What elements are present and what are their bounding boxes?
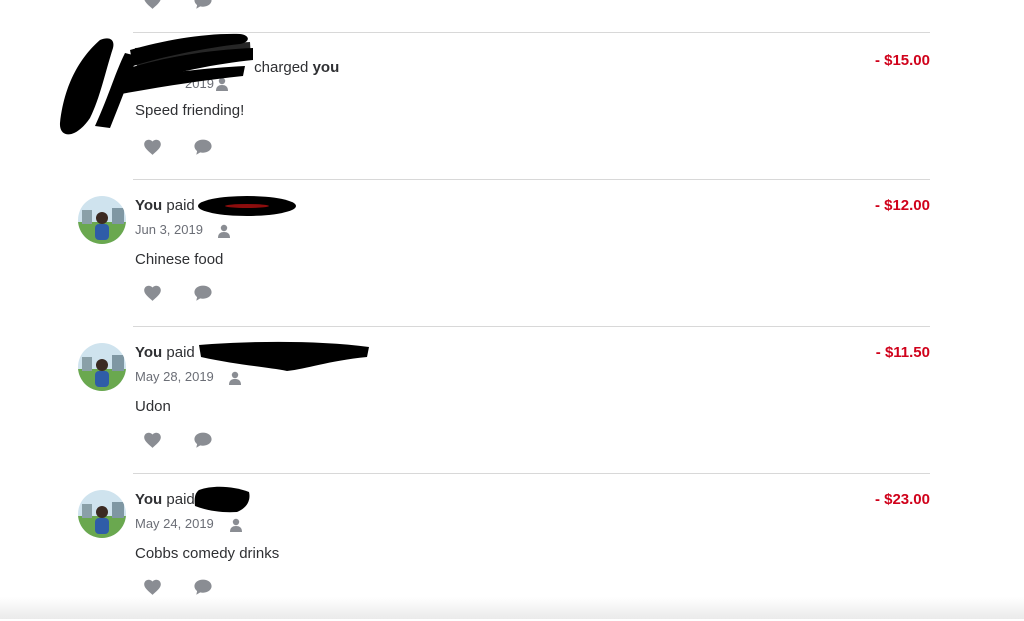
heart-icon[interactable]	[143, 284, 162, 302]
redaction-mark	[199, 341, 369, 371]
transaction-amount: - $12.00	[874, 197, 930, 214]
comment-icon[interactable]	[193, 431, 212, 449]
transaction-note: Chinese food	[135, 251, 224, 268]
comment-icon[interactable]	[193, 0, 212, 10]
comment-icon[interactable]	[193, 578, 212, 596]
actor-name[interactable]: You	[135, 344, 162, 361]
target-name[interactable]: you	[313, 59, 340, 76]
transaction-amount: - $23.00	[874, 491, 930, 508]
transaction-item[interactable]: You paid - $12.00 Jun 3, 2019 Chinese fo…	[0, 180, 1024, 327]
transaction-verb: paid	[166, 344, 195, 361]
redaction-mark	[194, 486, 250, 513]
transaction-date: Jun 3, 2019	[135, 222, 203, 237]
heart-icon[interactable]	[143, 0, 162, 10]
transaction-verb: charged	[254, 59, 309, 76]
redaction-mark	[198, 196, 296, 216]
person-icon	[217, 224, 231, 238]
comment-icon[interactable]	[193, 284, 212, 302]
transaction-amount: - $11.50	[875, 344, 930, 361]
heart-icon[interactable]	[143, 578, 162, 596]
transaction-verb: paid	[166, 491, 195, 508]
transaction-actions	[143, 578, 212, 596]
avatar[interactable]	[78, 343, 126, 391]
transaction-amount: - $15.00	[874, 52, 930, 69]
heart-icon[interactable]	[143, 431, 162, 449]
transaction-actions	[143, 284, 212, 302]
prev-item-actions	[143, 0, 212, 10]
actor-name[interactable]: You	[135, 491, 162, 508]
avatar[interactable]	[78, 490, 126, 538]
transaction-actions	[143, 431, 212, 449]
person-icon	[229, 518, 243, 532]
transaction-item[interactable]: You paid - $11.50 May 28, 2019 Udon	[0, 327, 1024, 474]
avatar[interactable]	[78, 196, 126, 244]
person-icon	[228, 371, 242, 385]
transaction-note: Cobbs comedy drinks	[135, 545, 280, 562]
redaction-scribble	[59, 33, 253, 135]
bottom-shadow	[0, 597, 1024, 619]
transaction-date: May 24, 2019	[135, 516, 214, 531]
transaction-verb: paid	[166, 197, 195, 214]
transaction-note: Udon	[135, 398, 171, 415]
transaction-feed: charged you - $15.00 2019 Speed friendin…	[0, 0, 1024, 619]
actor-name[interactable]: You	[135, 197, 162, 214]
